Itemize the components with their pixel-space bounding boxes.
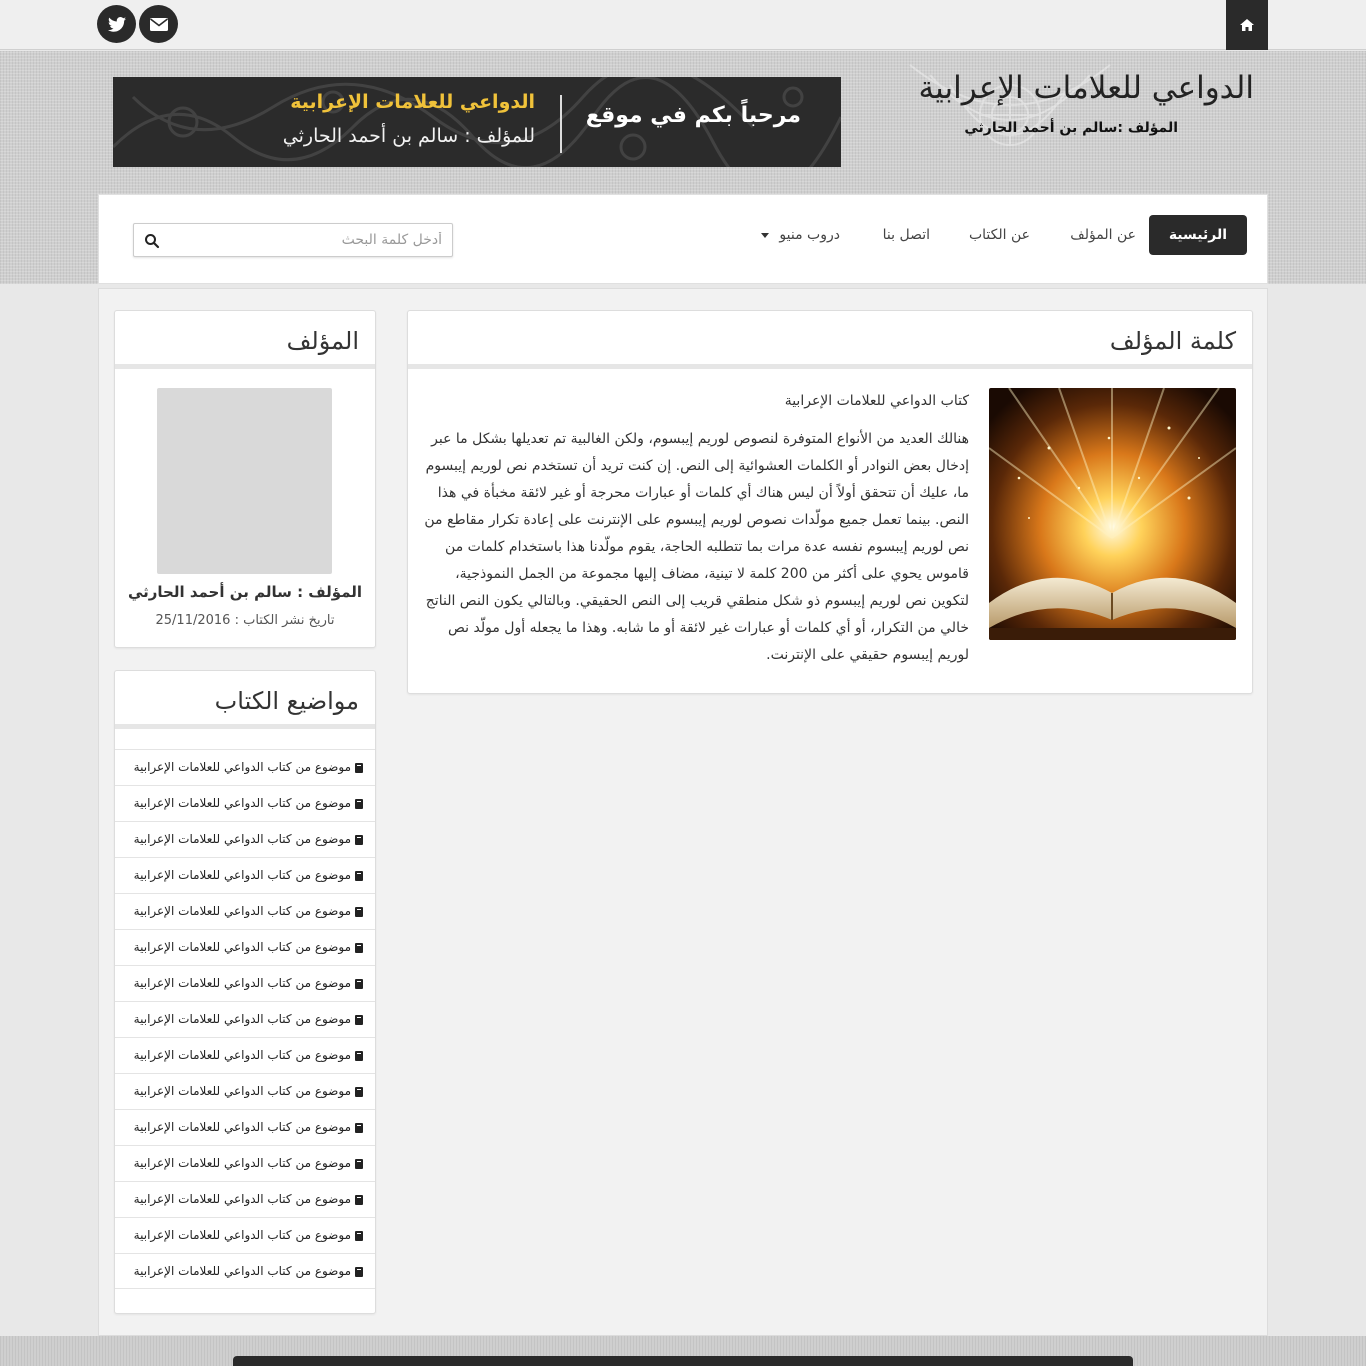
banner-book-title: الدواعي للعلامات الإعرابية (290, 91, 535, 113)
author-widget-header: المؤلف (115, 311, 375, 369)
book-icon (355, 1122, 363, 1133)
article-panel: كلمة المؤلف كتاب الدواعي للعلامات الإعرا… (407, 310, 1253, 694)
book-icon (355, 1158, 363, 1169)
topic-item-label: موضوع من كتاب الدواعي للعلامات الإعرابية (133, 832, 351, 846)
nav-about-author[interactable]: عن المؤلف (1070, 215, 1136, 255)
book-icon (355, 942, 363, 953)
search-icon[interactable] (144, 233, 160, 249)
topic-item[interactable]: موضوع من كتاب الدواعي للعلامات الإعرابية (115, 785, 375, 821)
topics-widget-header: مواضيع الكتاب (115, 671, 375, 729)
book-icon (355, 798, 363, 809)
book-icon (355, 1014, 363, 1025)
caret-down-icon (760, 232, 769, 238)
book-icon (355, 1230, 363, 1241)
article-lead: كتاب الدواعي للعلامات الإعرابية (784, 393, 969, 409)
topics-widget: مواضيع الكتاب موضوع من كتاب الدواعي للعل… (114, 670, 376, 1314)
nav-about-book[interactable]: عن الكتاب (969, 215, 1030, 255)
banner-divider (560, 95, 562, 153)
topic-item-label: موضوع من كتاب الدواعي للعلامات الإعرابية (133, 868, 351, 882)
topic-item-label: موضوع من كتاب الدواعي للعلامات الإعرابية (133, 796, 351, 810)
topics-widget-heading: مواضيع الكتاب (214, 687, 359, 715)
topic-item[interactable]: موضوع من كتاب الدواعي للعلامات الإعرابية (115, 1109, 375, 1145)
author-photo (157, 388, 332, 574)
nav-bar: الرئيسية عن المؤلف عن الكتاب اتصل بنا در… (98, 194, 1268, 284)
nav-dropdown-menu[interactable]: دروب منيو (760, 215, 840, 255)
twitter-button[interactable] (97, 5, 136, 43)
image-spacer (969, 426, 1236, 646)
book-icon (355, 1194, 363, 1205)
article-header: كلمة المؤلف (408, 311, 1252, 369)
topic-item[interactable]: موضوع من كتاب الدواعي للعلامات الإعرابية (115, 1181, 375, 1217)
book-icon (355, 1266, 363, 1277)
article-body-wrap: هنالك العديد من الأنواع المتوفرة لنصوص ل… (422, 426, 1236, 669)
twitter-icon (107, 16, 126, 32)
book-icon (355, 906, 363, 917)
topic-item-label: موضوع من كتاب الدواعي للعلامات الإعرابية (133, 1156, 351, 1170)
banner-welcome-text: مرحباً بكم في موقع (585, 103, 801, 128)
topic-item-label: موضوع من كتاب الدواعي للعلامات الإعرابية (133, 1012, 351, 1026)
topic-item[interactable]: موضوع من كتاب الدواعي للعلامات الإعرابية (115, 749, 375, 785)
article-heading: كلمة المؤلف (1109, 327, 1236, 355)
email-button[interactable] (139, 5, 178, 43)
topic-item[interactable]: موضوع من كتاب الدواعي للعلامات الإعرابية (115, 1001, 375, 1037)
topic-item[interactable]: موضوع من كتاب الدواعي للعلامات الإعرابية (115, 1253, 375, 1289)
banner-author: للمؤلف : سالم بن أحمد الحارثي (282, 125, 535, 147)
topic-item-label: موضوع من كتاب الدواعي للعلامات الإعرابية (133, 760, 351, 774)
top-bar (0, 0, 1366, 50)
site-title: الدواعي للعلامات الإعرابية (918, 70, 1254, 106)
topic-item-label: موضوع من كتاب الدواعي للعلامات الإعرابية (133, 1228, 351, 1242)
topic-item-label: موضوع من كتاب الدواعي للعلامات الإعرابية (133, 1084, 351, 1098)
topic-item-label: موضوع من كتاب الدواعي للعلامات الإعرابية (133, 1048, 351, 1062)
publication-date: تاريخ نشر الكتاب : 25/11/2016 (155, 613, 335, 628)
topic-item[interactable]: موضوع من كتاب الدواعي للعلامات الإعرابية (115, 821, 375, 857)
book-icon (355, 1050, 363, 1061)
topic-item[interactable]: موضوع من كتاب الدواعي للعلامات الإعرابية (115, 1073, 375, 1109)
topic-item[interactable]: موضوع من كتاب الدواعي للعلامات الإعرابية (115, 1217, 375, 1253)
topic-item[interactable]: موضوع من كتاب الدواعي للعلامات الإعرابية (115, 1037, 375, 1073)
topic-item[interactable]: موضوع من كتاب الدواعي للعلامات الإعرابية (115, 857, 375, 893)
topic-item-label: موضوع من كتاب الدواعي للعلامات الإعرابية (133, 1192, 351, 1206)
topic-item[interactable]: موضوع من كتاب الدواعي للعلامات الإعرابية (115, 1145, 375, 1181)
nav-contact[interactable]: اتصل بنا (883, 215, 930, 255)
book-icon (355, 834, 363, 845)
nav-dropdown-label: دروب منيو (779, 227, 840, 243)
site-subtitle: المؤلف :سالم بن أحمد الحارثي (964, 120, 1178, 136)
footer-bar (233, 1356, 1133, 1366)
topic-item-label: موضوع من كتاب الدواعي للعلامات الإعرابية (133, 940, 351, 954)
author-name: المؤلف : سالم بن أحمد الحارثي (127, 583, 363, 601)
welcome-banner[interactable]: مرحباً بكم في موقع الدواعي للعلامات الإع… (113, 77, 841, 167)
nav-home[interactable]: الرئيسية (1148, 215, 1247, 255)
topics-list: موضوع من كتاب الدواعي للعلامات الإعرابية… (115, 749, 375, 1289)
envelope-icon (149, 17, 168, 31)
search-form (133, 223, 453, 257)
book-icon (355, 978, 363, 989)
topic-item-label: موضوع من كتاب الدواعي للعلامات الإعرابية (133, 1264, 351, 1278)
home-button[interactable] (1226, 0, 1268, 50)
article-body-text: هنالك العديد من الأنواع المتوفرة لنصوص ل… (424, 431, 969, 663)
topic-item[interactable]: موضوع من كتاب الدواعي للعلامات الإعرابية (115, 893, 375, 929)
home-icon (1240, 19, 1254, 31)
topic-item-label: موضوع من كتاب الدواعي للعلامات الإعرابية (133, 1120, 351, 1134)
topic-item-label: موضوع من كتاب الدواعي للعلامات الإعرابية (133, 976, 351, 990)
search-input[interactable] (166, 224, 446, 256)
topic-item[interactable]: موضوع من كتاب الدواعي للعلامات الإعرابية (115, 929, 375, 965)
book-icon (355, 870, 363, 881)
topic-item[interactable]: موضوع من كتاب الدواعي للعلامات الإعرابية (115, 965, 375, 1001)
book-icon (355, 1086, 363, 1097)
author-widget: المؤلف المؤلف : سالم بن أحمد الحارثي تار… (114, 310, 376, 648)
author-widget-heading: المؤلف (286, 327, 359, 355)
topic-item-label: موضوع من كتاب الدواعي للعلامات الإعرابية (133, 904, 351, 918)
book-icon (355, 762, 363, 773)
